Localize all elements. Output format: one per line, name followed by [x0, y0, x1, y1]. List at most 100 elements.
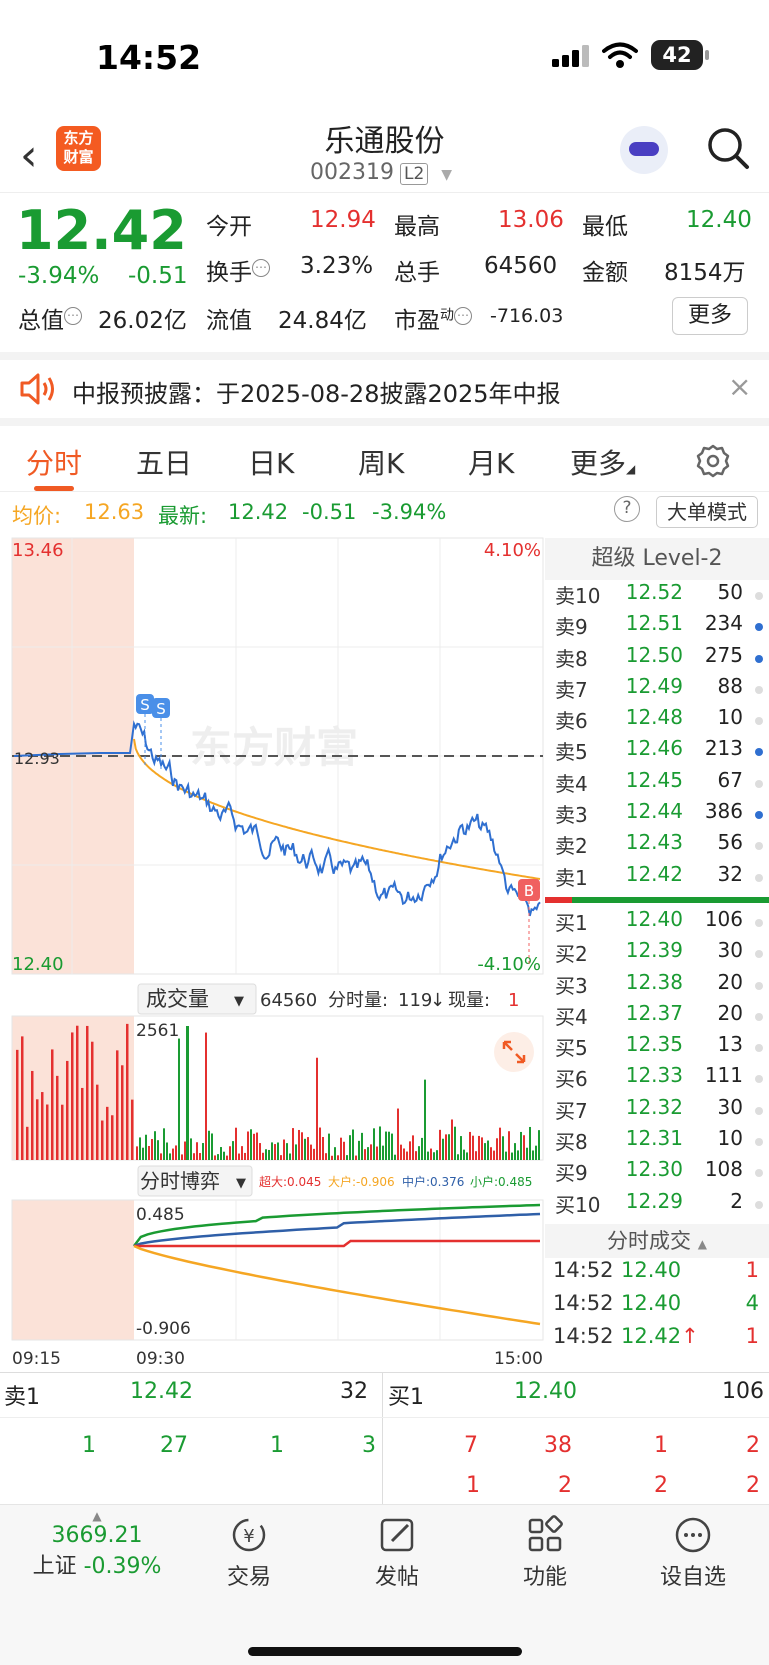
- volume-bar: [211, 1133, 213, 1160]
- level-label: 卖1: [555, 865, 588, 890]
- buy-marker[interactable]: B: [518, 879, 540, 964]
- gear-icon[interactable]: [696, 444, 730, 478]
- bid-row[interactable]: 买6 12.33 111: [545, 1063, 769, 1094]
- expand-icon[interactable]: [494, 1032, 534, 1072]
- level-price: 12.30: [625, 1157, 683, 1182]
- level-volume: 108: [704, 1157, 743, 1182]
- tab-more[interactable]: 更多◢: [570, 442, 635, 482]
- sell-queue-item: 27: [160, 1433, 188, 1458]
- volume-bar: [463, 1149, 465, 1160]
- bid-row[interactable]: 买2 12.39 30: [545, 938, 769, 969]
- trade-list: 14:52 12.40 1 14:52 12.40 4 14:52 12.42↑ 1: [545, 1258, 769, 1357]
- stock-code-selector[interactable]: 002319 L2 ▼: [310, 160, 452, 185]
- ask-row[interactable]: 卖2 12.43 56: [545, 830, 769, 861]
- nav-post[interactable]: 发帖: [342, 1515, 452, 1591]
- volume-bar: [535, 1145, 537, 1160]
- bid-row[interactable]: 买1 12.40 106: [545, 907, 769, 938]
- volume-bar: [412, 1135, 414, 1160]
- tab-weekly-k[interactable]: 周K: [358, 442, 404, 482]
- index-ticker[interactable]: ▲ 3669.21 上证 -0.39%: [32, 1509, 162, 1580]
- volume-bar: [529, 1126, 531, 1160]
- level-price: 12.44: [625, 799, 683, 824]
- bid-row[interactable]: 买9 12.30 108: [545, 1157, 769, 1188]
- nav-trade[interactable]: ¥ 交易: [194, 1515, 304, 1591]
- super-large-line: [134, 1239, 540, 1248]
- big-order-mode-button[interactable]: 大单模式: [656, 496, 758, 528]
- level-volume: 20: [717, 1000, 743, 1025]
- volume-bar: [328, 1133, 330, 1160]
- level-volume: 88: [717, 673, 743, 698]
- nav-functions[interactable]: 功能: [490, 1515, 600, 1591]
- intraday-chart[interactable]: 东方财富 13.46 12.40 12.93 4.10% -4.10% S S …: [0, 534, 545, 1372]
- volume-bar: [364, 1149, 366, 1160]
- volume-bar: [148, 1145, 150, 1160]
- volume-bar: [475, 1151, 477, 1160]
- volume-bar: [358, 1140, 360, 1160]
- volume-bar: [496, 1138, 498, 1160]
- volume-bar: [418, 1146, 420, 1160]
- volume-bar: [31, 1070, 34, 1160]
- ask-row[interactable]: 卖8 12.50 275: [545, 643, 769, 674]
- buy-queue-item: 1: [654, 1433, 668, 1458]
- volume-bar: [181, 1154, 183, 1160]
- ask-row[interactable]: 卖1 12.42 32: [545, 862, 769, 893]
- tab-monthly-k[interactable]: 月K: [468, 442, 514, 482]
- volume-bar: [226, 1155, 228, 1160]
- volume-bar: [505, 1151, 507, 1160]
- nav-watchlist[interactable]: 设自选: [638, 1515, 748, 1591]
- tick-volume-value: 119: [398, 990, 432, 1011]
- bid-row[interactable]: 买10 12.29 2: [545, 1189, 769, 1220]
- tab-five-day[interactable]: 五日: [136, 442, 192, 482]
- order-book-title: 超级 Level-2: [545, 538, 769, 580]
- game-min-label: -0.906: [136, 1319, 191, 1339]
- volume-bar: [472, 1135, 474, 1160]
- ask-row[interactable]: 卖4 12.45 67: [545, 768, 769, 799]
- bid-row[interactable]: 买5 12.35 13: [545, 1032, 769, 1063]
- bid-row[interactable]: 买4 12.37 20: [545, 1001, 769, 1032]
- chart-info-bar: 均价: 12.63 最新: 12.42 -0.51 -3.94% ? 大单模式: [0, 492, 769, 534]
- bid-list: 买1 12.40 106 买2 12.39 30 买3 12.38 20 买4 12.37 20 买5 1…: [545, 907, 769, 1220]
- legend-super-name: 超大: [259, 1174, 283, 1189]
- buy-queue-item: 2: [746, 1433, 760, 1458]
- trades-header[interactable]: 分时成交 ▲: [545, 1223, 769, 1258]
- bid-row[interactable]: 买7 12.32 30: [545, 1095, 769, 1126]
- ai-assistant-icon[interactable]: [620, 126, 668, 174]
- volume-bar: [334, 1147, 336, 1160]
- latest-label: 最新:: [158, 504, 208, 528]
- level-dot-icon: [755, 918, 763, 927]
- turnover-value: 3.23%: [300, 253, 374, 279]
- info-icon[interactable]: ⋯: [252, 259, 270, 278]
- more-button[interactable]: 更多: [672, 297, 748, 335]
- ask-row[interactable]: 卖6 12.48 10: [545, 705, 769, 736]
- info-icon[interactable]: ⋯: [64, 307, 82, 326]
- sell-queue-item: 3: [362, 1433, 376, 1458]
- help-icon[interactable]: ?: [614, 496, 640, 522]
- more-circle-icon: [675, 1517, 711, 1553]
- ask-row[interactable]: 卖5 12.46 213: [545, 736, 769, 767]
- prev-close-label: 12.93: [14, 749, 60, 768]
- info-icon[interactable]: ⋯: [454, 307, 472, 326]
- volume-bar: [445, 1134, 447, 1160]
- tab-daily-k[interactable]: 日K: [248, 442, 294, 482]
- notice-banner[interactable]: 中报预披露：于2025-08-28披露2025年中报 ×: [0, 352, 769, 418]
- ask-row[interactable]: 卖3 12.44 386: [545, 799, 769, 830]
- ask-row[interactable]: 卖9 12.51 234: [545, 611, 769, 642]
- trade-price: 12.42↑: [621, 1324, 699, 1348]
- ask-row[interactable]: 卖10 12.52 50: [545, 580, 769, 611]
- close-icon[interactable]: ×: [728, 370, 751, 403]
- legend-large-value: -0.906: [356, 1175, 395, 1189]
- volume-bar: [235, 1127, 237, 1160]
- level-dot-icon: [755, 1138, 763, 1147]
- volume-bar: [262, 1152, 264, 1160]
- index-pct: -0.39%: [83, 1554, 162, 1579]
- trade-row: 14:52 12.40 1: [545, 1258, 769, 1291]
- tab-intraday[interactable]: 分时: [26, 442, 82, 482]
- search-icon[interactable]: [706, 126, 750, 170]
- ask-row[interactable]: 卖7 12.49 88: [545, 674, 769, 705]
- bid-row[interactable]: 买8 12.31 10: [545, 1126, 769, 1157]
- level-dot-icon: [755, 1200, 763, 1209]
- volume-bar: [56, 1075, 59, 1160]
- bid-row[interactable]: 买3 12.38 20: [545, 970, 769, 1001]
- volume-bar: [208, 1130, 210, 1160]
- sell-marker-label: S: [156, 700, 166, 718]
